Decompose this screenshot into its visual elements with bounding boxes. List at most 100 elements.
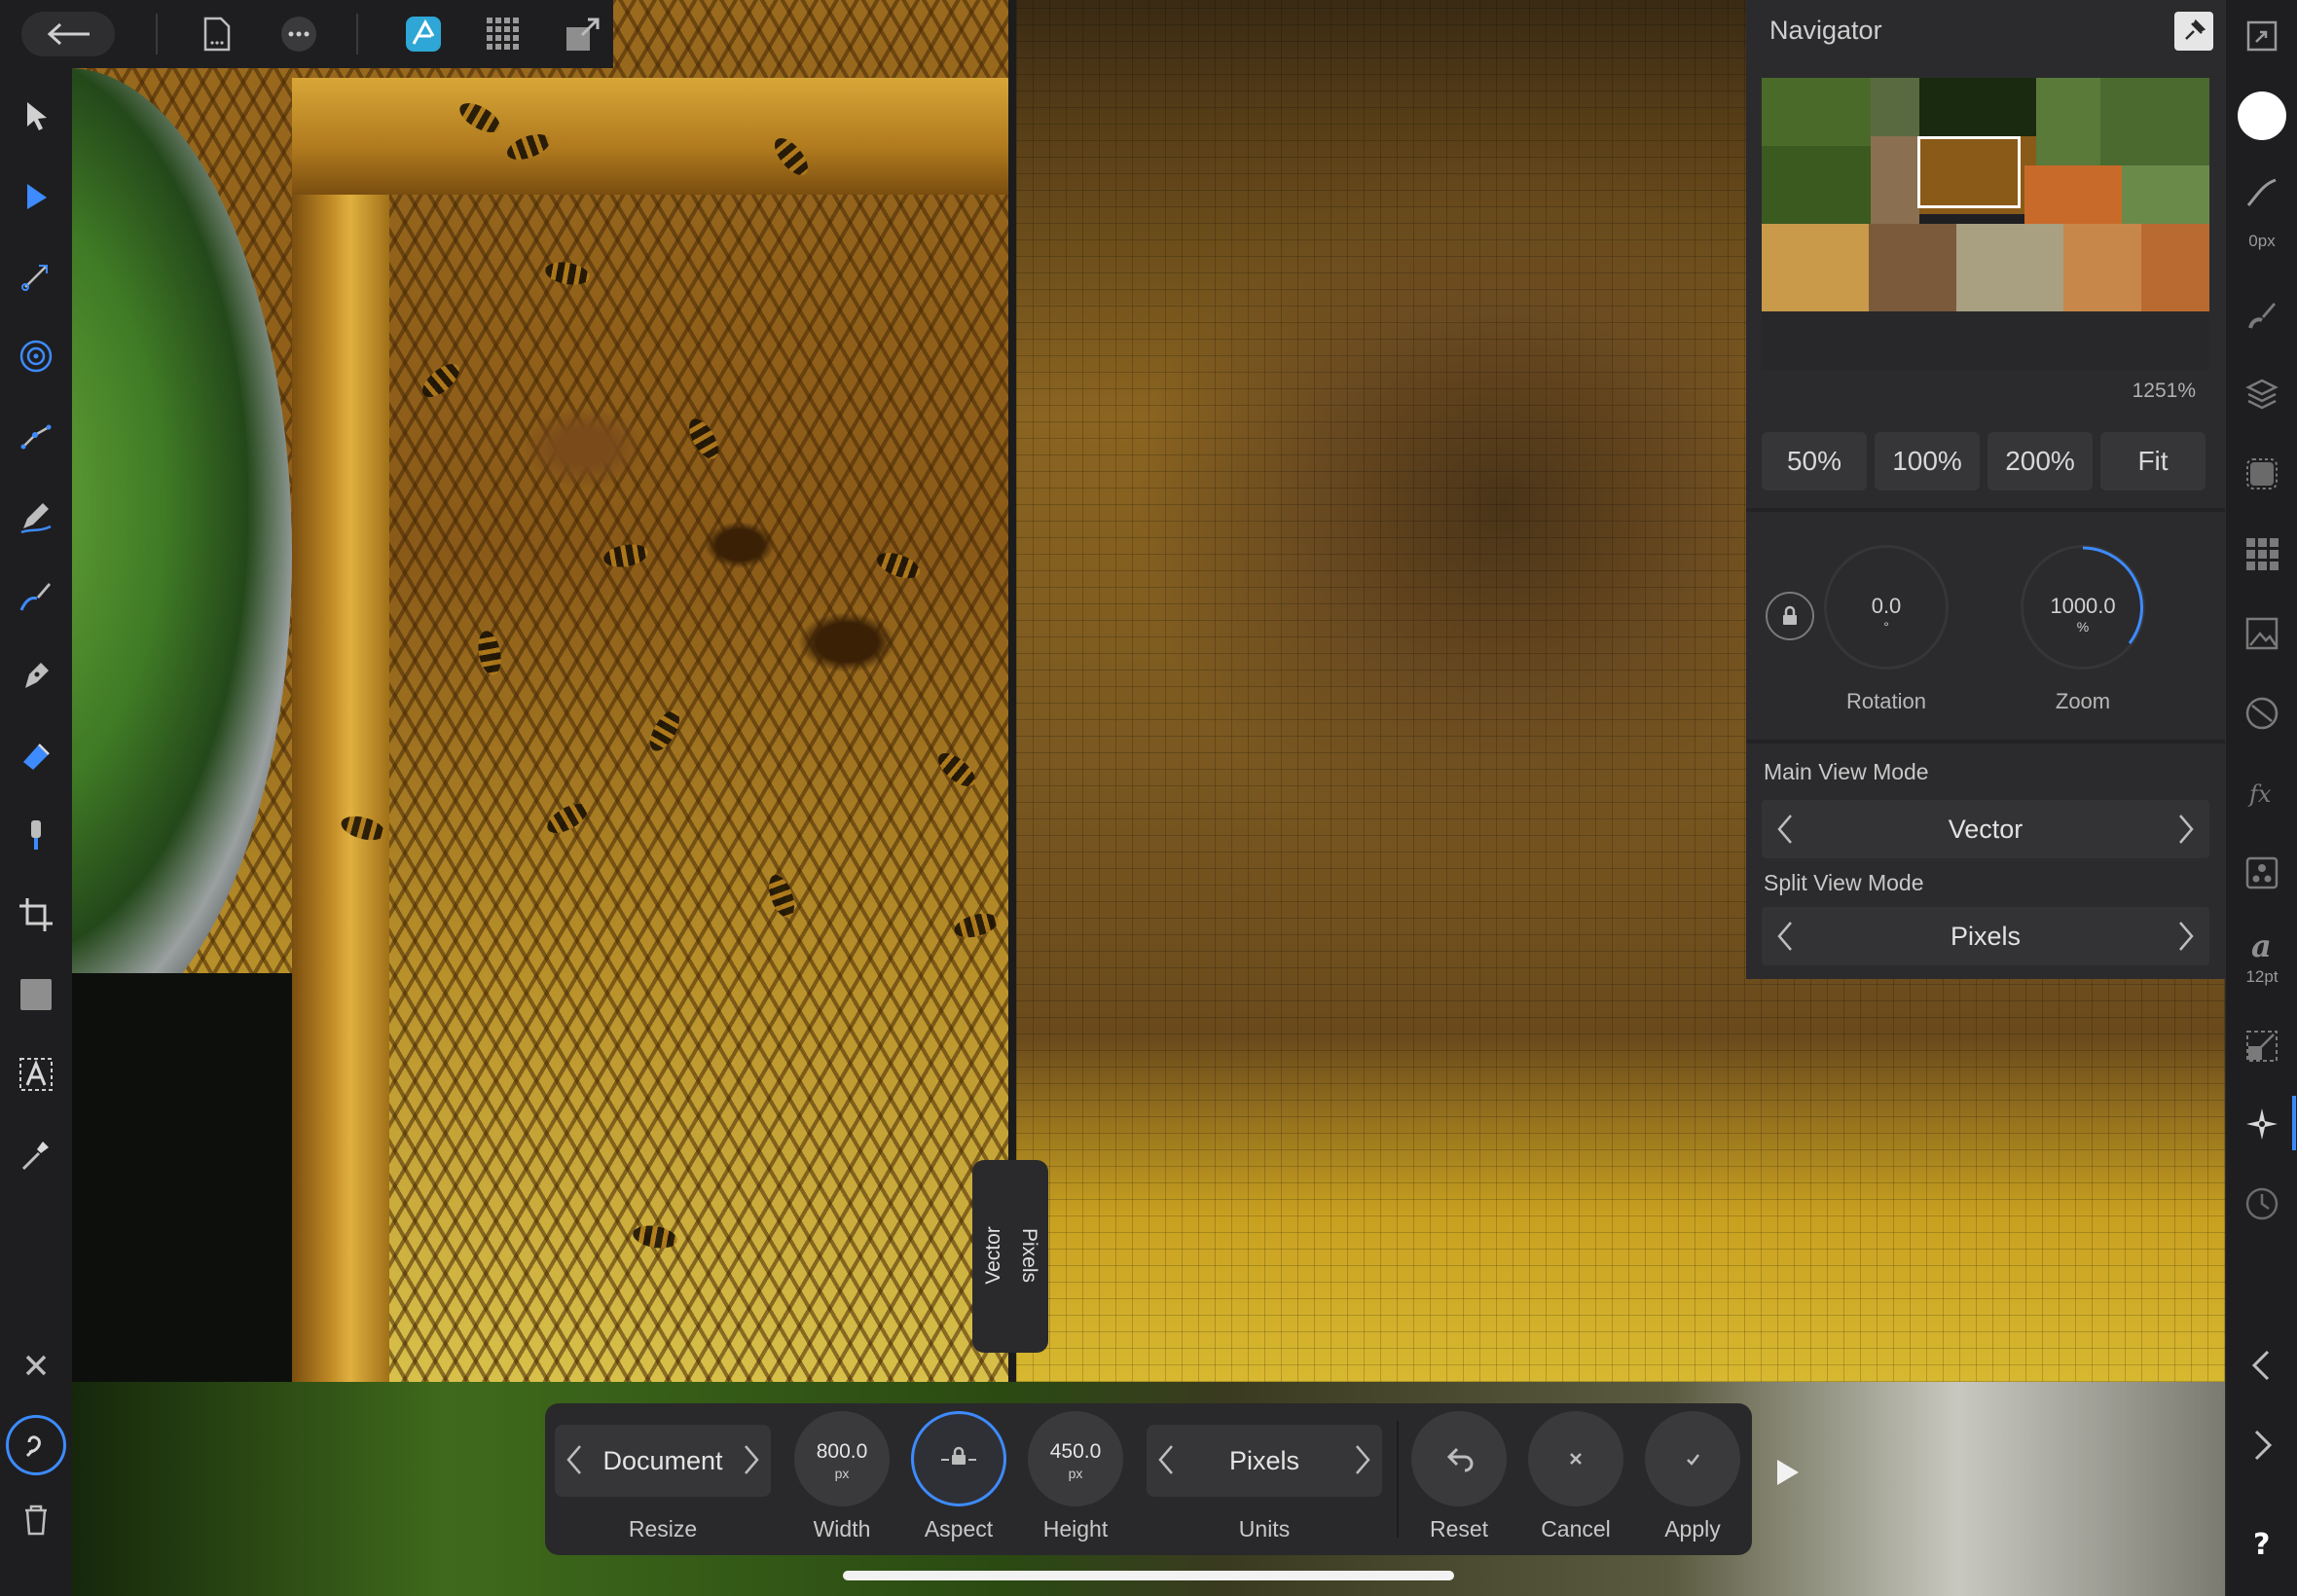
delete-button[interactable] (14, 1497, 58, 1542)
adjustments-button[interactable] (2240, 691, 2284, 736)
zoom-unit: % (2076, 619, 2090, 635)
split-view-mode-selector[interactable]: Pixels (1762, 907, 2209, 965)
brushes-button[interactable] (2240, 292, 2284, 337)
zoom-fit-button[interactable]: Fit (2100, 432, 2206, 490)
panel-title: Navigator (1769, 16, 1882, 45)
node-tool[interactable] (14, 174, 58, 219)
history-button[interactable] (2240, 1181, 2284, 1226)
swatches-button[interactable] (2240, 531, 2284, 576)
assets-icon (2245, 617, 2279, 650)
layers-icon (2245, 379, 2279, 410)
fit-button[interactable] (2240, 14, 2284, 58)
collapse-left-button[interactable] (2240, 1343, 2284, 1388)
chevron-right-icon[interactable] (2172, 814, 2200, 845)
pin-button[interactable] (2174, 12, 2213, 51)
stroke-button[interactable] (2240, 171, 2284, 216)
chevron-right-icon[interactable] (738, 1444, 765, 1475)
cancel-button[interactable] (1528, 1411, 1623, 1506)
color-swatch-button[interactable] (2236, 90, 2288, 142)
effects-button[interactable]: fx (2240, 771, 2284, 816)
corner-tool[interactable] (14, 254, 58, 299)
svg-text:fx: fx (2247, 780, 2272, 808)
bee (631, 1222, 679, 1251)
artistic-text-icon (19, 1058, 53, 1091)
pencil-tool[interactable] (14, 493, 58, 538)
navigator-viewport[interactable] (1917, 136, 2021, 208)
vector-view (0, 0, 1012, 1382)
fx-icon: fx (2247, 780, 2272, 808)
resize-selector[interactable]: Document (555, 1425, 771, 1497)
point-transform-tool[interactable] (14, 334, 58, 379)
split-view-mode-label: Split View Mode (1764, 870, 1924, 895)
bee (682, 414, 725, 464)
designer-persona-button[interactable] (401, 12, 446, 56)
history-icon (2245, 1187, 2279, 1220)
width-unit: px (834, 1466, 850, 1481)
home-indicator[interactable] (843, 1571, 1454, 1580)
close-icon (25, 1355, 47, 1376)
zoom-50-button[interactable]: 50% (1762, 432, 1867, 490)
studio-bar: 0px fx a 12pt ? (2225, 0, 2297, 1596)
reset-label: Reset (1429, 1516, 1489, 1542)
bee (475, 629, 504, 677)
fill-icon (23, 744, 50, 770)
navigator-button[interactable] (2240, 1102, 2284, 1146)
adjustments-icon (2245, 697, 2279, 730)
rectangle-tool[interactable] (14, 972, 58, 1017)
contour-tool[interactable] (14, 414, 58, 458)
pen-tool[interactable] (14, 653, 58, 698)
main-view-mode-label: Main View Mode (1764, 759, 1929, 784)
reset-button[interactable] (1411, 1411, 1507, 1506)
vector-brush-tool[interactable] (14, 573, 58, 618)
hive-frame-left (292, 78, 389, 1382)
help-button[interactable]: ? (2240, 1520, 2284, 1565)
rotation-lock-button[interactable] (1766, 592, 1814, 640)
layers-button[interactable] (2240, 372, 2284, 417)
assets-button[interactable] (2240, 611, 2284, 656)
split-left-label: Vector (982, 1226, 1004, 1285)
split-view-mode-value: Pixels (1950, 922, 2022, 951)
color-picker-tool[interactable] (14, 1132, 58, 1177)
transparency-tool[interactable] (14, 813, 58, 857)
units-label: Units (1238, 1516, 1291, 1542)
chevron-right-icon[interactable] (1349, 1444, 1376, 1475)
close-button[interactable] (14, 1343, 58, 1388)
pixel-persona-button[interactable] (481, 12, 526, 56)
width-value: 800.0 (816, 1440, 868, 1463)
navigator-thumbnail[interactable] (1762, 78, 2209, 370)
chevron-left-icon (2251, 1350, 2270, 1381)
artistic-text-tool[interactable] (14, 1052, 58, 1097)
resize-label: Resize (628, 1516, 698, 1542)
checkmark-icon (1687, 1454, 1699, 1466)
back-arrow-icon (47, 22, 90, 46)
move-tool[interactable] (14, 94, 58, 139)
collapse-right-button[interactable] (2240, 1423, 2284, 1468)
crop-tool[interactable] (14, 892, 58, 937)
navigator-panel: Navigator 1251% 50% 100% 200% Fit 0.0 ° … (1746, 0, 2225, 979)
text-style-button[interactable]: a (2240, 923, 2284, 967)
appearance-button[interactable] (2240, 452, 2284, 496)
units-selector[interactable]: Pixels (1147, 1425, 1382, 1497)
zoom-100-button[interactable]: 100% (1875, 432, 1980, 490)
fill-tool[interactable] (14, 733, 58, 778)
zoom-200-button[interactable]: 200% (1987, 432, 2093, 490)
back-button[interactable] (21, 12, 115, 56)
export-persona-button[interactable] (561, 12, 605, 56)
main-view-mode-selector[interactable]: Vector (1762, 800, 2209, 858)
transform-button[interactable] (2240, 1024, 2284, 1069)
split-view-handle[interactable]: Vector Pixels (972, 1160, 1048, 1353)
swatches-icon (2246, 538, 2279, 570)
help-button[interactable] (6, 1415, 66, 1475)
aspect-lock-button[interactable] (911, 1411, 1006, 1506)
more-button[interactable] (276, 12, 321, 56)
document-button[interactable] (195, 12, 239, 56)
chevron-right-icon[interactable] (2172, 921, 2200, 952)
apply-button[interactable] (1645, 1411, 1740, 1506)
undo-icon (1446, 1447, 1474, 1472)
width-field[interactable]: 800.0 px (794, 1411, 890, 1506)
character-button[interactable] (2240, 851, 2284, 895)
lock-icon (1783, 605, 1797, 625)
node-icon (27, 184, 47, 209)
pixel-persona-icon (487, 18, 519, 50)
height-field[interactable]: 450.0 px (1028, 1411, 1123, 1506)
